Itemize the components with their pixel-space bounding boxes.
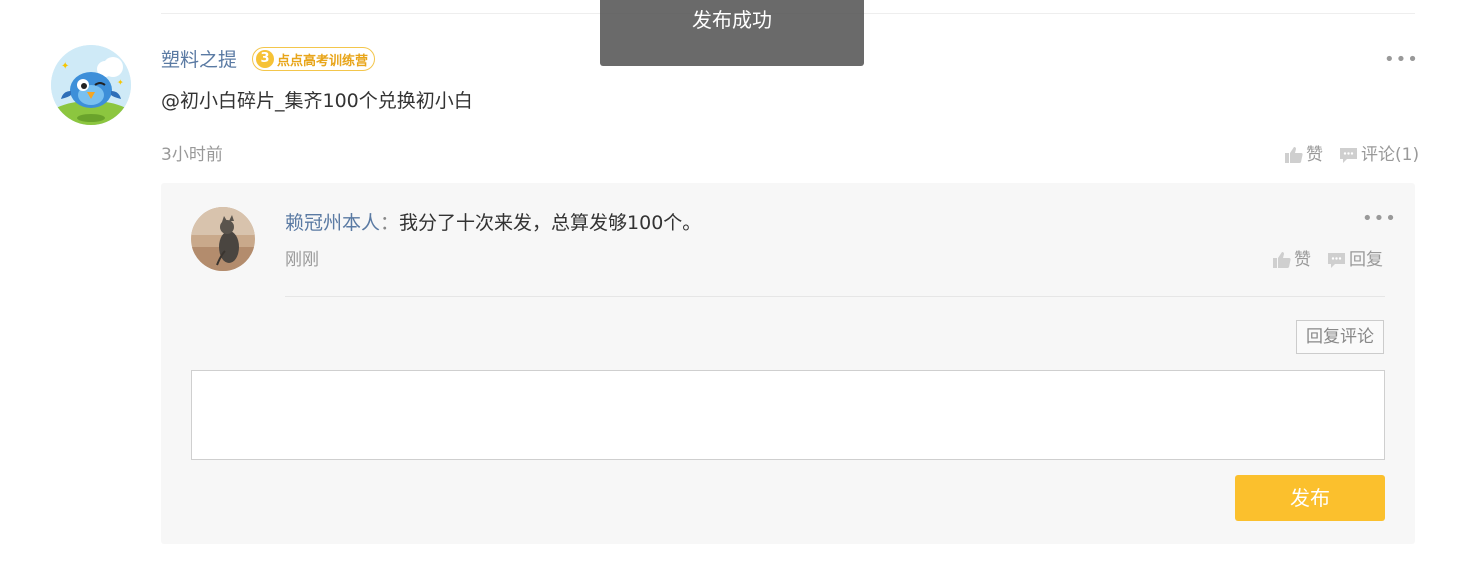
reply-author-name[interactable]: 赖冠州本人 [285, 212, 380, 234]
post-time: 3小时前 [161, 145, 223, 165]
reply-more-icon[interactable]: ••• [1362, 210, 1397, 228]
post-author-avatar[interactable]: ✦ ✦ [51, 45, 131, 125]
reply-colon: ： [380, 212, 400, 234]
reply-content: 我分了十次来发，总算发够100个。 [399, 212, 702, 234]
reply-line: 赖冠州本人：我分了十次来发，总算发够100个。 [285, 210, 701, 236]
reply-divider [285, 296, 1385, 297]
comment-icon [1328, 252, 1345, 268]
badge-level: 3 [256, 50, 274, 68]
svg-text:✦: ✦ [61, 61, 69, 72]
post-comment-button[interactable]: 评论(1) [1339, 143, 1419, 167]
reply-author-avatar[interactable] [191, 207, 255, 271]
post-content: @初小白碎片_集齐100个兑换初小白 [161, 90, 473, 112]
badge-label: 点点高考训练营 [277, 53, 369, 69]
post-like-label: 赞 [1306, 145, 1323, 165]
thumbs-up-icon [1285, 147, 1303, 163]
post-like-button[interactable]: 赞 [1285, 143, 1323, 167]
toast-message: 发布成功 [600, 0, 864, 66]
svg-text:✦: ✦ [117, 78, 124, 87]
reply-reply-label: 回复 [1349, 250, 1383, 270]
publish-button[interactable]: 发布 [1235, 475, 1385, 521]
reply-reply-button[interactable]: 回复 [1327, 248, 1383, 272]
comment-textarea[interactable] [191, 370, 1385, 460]
comment-icon [1340, 147, 1357, 163]
reply-like-button[interactable]: 赞 [1273, 248, 1311, 272]
reply-like-label: 赞 [1294, 250, 1311, 270]
thumbs-up-icon [1273, 252, 1291, 268]
post-more-icon[interactable]: ••• [1384, 51, 1419, 69]
post-author-name[interactable]: 塑料之提 [161, 47, 237, 73]
user-badge[interactable]: 3 点点高考训练营 [252, 47, 376, 71]
reply-time: 刚刚 [285, 250, 319, 270]
post-comment-label: 评论(1) [1361, 145, 1420, 165]
comment-panel: 赖冠州本人：我分了十次来发，总算发够100个。 ••• 刚刚 赞 回复 回复评论… [161, 183, 1415, 544]
reply-comment-button[interactable]: 回复评论 [1296, 320, 1384, 354]
